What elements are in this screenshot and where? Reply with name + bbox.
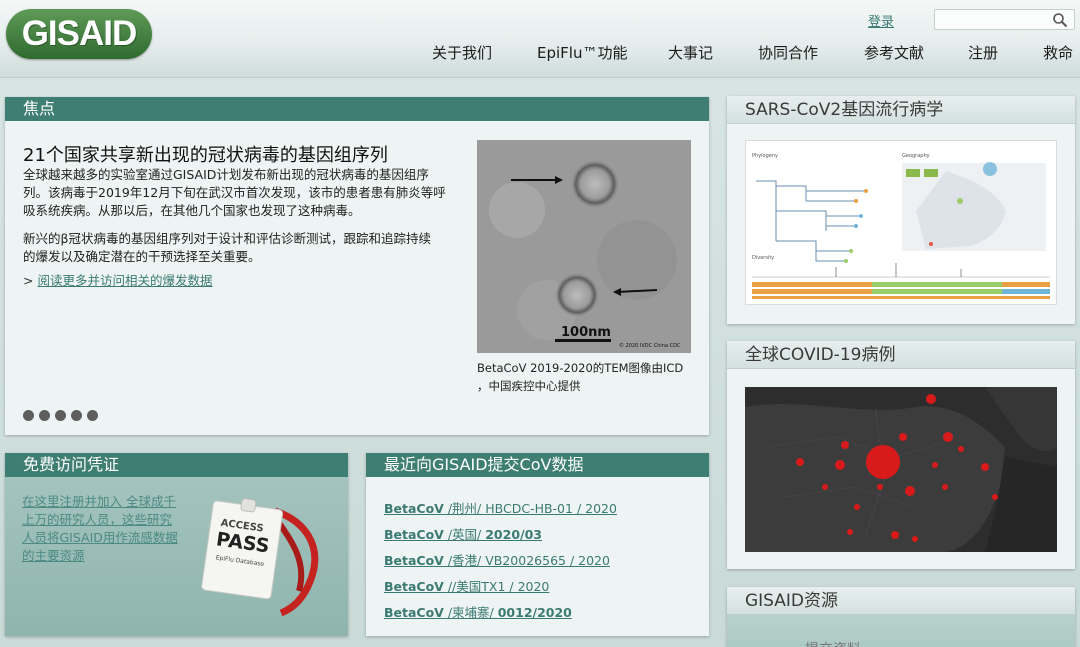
- carousel-dot-5[interactable]: [87, 410, 98, 421]
- carousel-dots: [23, 410, 98, 421]
- nav-register[interactable]: 注册: [968, 42, 998, 63]
- carousel-dot-4[interactable]: [71, 410, 82, 421]
- cases-map[interactable]: [745, 387, 1057, 552]
- genomic-epi-panel: SARS-CoV2基因流行病学 Phylogeny Geography Dive…: [727, 96, 1075, 324]
- nav-events[interactable]: 大事记: [668, 42, 713, 63]
- recent-heading: 最近向GISAID提交CoV数据: [366, 453, 709, 477]
- cases-map-graphic: [745, 387, 1057, 552]
- nav-epiflu[interactable]: EpiFlu™功能: [537, 42, 627, 63]
- nav-help[interactable]: 救命: [1043, 42, 1073, 63]
- nav-references[interactable]: 参考文献: [864, 42, 924, 63]
- recent-submissions-panel: 最近向GISAID提交CoV数据 BetaCoV /荆州/ HBCDC-HB-0…: [366, 453, 709, 636]
- image-caption: BetaCoV 2019-2020的TEM图像由ICD ，中国疾控中心提供: [477, 361, 684, 393]
- nav-about[interactable]: 关于我们: [432, 42, 492, 63]
- focus-heading: 焦点: [5, 97, 709, 121]
- tem-credit: © 2020 IVDC China CDC: [619, 342, 681, 349]
- access-pass-badge: ACCESS PASS EpiFlu Database: [201, 498, 319, 617]
- nav-collaboration[interactable]: 协同合作: [758, 42, 818, 63]
- global-cases-panel: 全球COVID-19病例: [727, 341, 1075, 569]
- site-header: GISAID 登录 关于我们 EpiFlu™功能 大事记 协同合作 参考文献 注…: [0, 0, 1080, 78]
- submission-link-1[interactable]: BetaCoV /荆州/ HBCDC-HB-01 / 2020: [384, 498, 617, 517]
- submission-link-5[interactable]: BetaCoV /柬埔寨/ 0012/2020: [384, 602, 572, 621]
- nextstrain-preview: Phylogeny Geography Diversity: [752, 153, 1050, 299]
- carousel-dot-2[interactable]: [39, 410, 50, 421]
- submission-link-3[interactable]: BetaCoV /香港/ VB20026565 / 2020: [384, 550, 610, 569]
- login-link[interactable]: 登录: [868, 11, 894, 30]
- global-cases-heading: 全球COVID-19病例: [727, 341, 1075, 369]
- resources-heading: GISAID资源: [727, 587, 1075, 615]
- tem-image: 100nm © 2020 IVDC China CDC: [477, 140, 691, 353]
- focus-paragraph-2: 新兴的β冠状病毒的基因组序列对于设计和评估诊断测试，跟踪和追踪持续 的爆发以及确…: [23, 231, 431, 264]
- search-icon[interactable]: [1052, 12, 1068, 28]
- access-register-link[interactable]: 在这里注册并加入 全球成千 上万的研究人员，这些研究 人员将GISAID用作流感…: [22, 493, 192, 565]
- resources-panel: GISAID资源 提交资料: [727, 587, 1075, 647]
- svg-text:Diversity: Diversity: [752, 255, 774, 261]
- focus-panel: 焦点 21个国家共享新出现的冠状病毒的基因组序列 全球越来越多的实验室通过GIS…: [5, 97, 709, 435]
- tem-scale: 100nm: [561, 325, 611, 340]
- carousel-dot-1[interactable]: [23, 410, 34, 421]
- resources-item[interactable]: 提交资料: [805, 639, 861, 647]
- access-panel: 免费访问凭证 在这里注册并加入 全球成千 上万的研究人员，这些研究 人员将GIS…: [5, 453, 348, 636]
- genomic-epi-heading: SARS-CoV2基因流行病学: [727, 96, 1075, 124]
- search-input[interactable]: [934, 9, 1075, 30]
- main-nav: 关于我们 EpiFlu™功能 大事记 协同合作 参考文献 注册 救命: [0, 42, 1080, 66]
- svg-text:Phylogeny: Phylogeny: [752, 153, 778, 159]
- tem-micrograph: 100nm © 2020 IVDC China CDC: [477, 140, 691, 353]
- svg-text:Geography: Geography: [902, 153, 930, 159]
- submission-link-4[interactable]: BetaCoV //美国TX1 / 2020: [384, 576, 549, 595]
- submission-link-2[interactable]: BetaCoV /英国/ 2020/03: [384, 524, 542, 543]
- nextstrain-thumbnail[interactable]: Phylogeny Geography Diversity: [745, 140, 1057, 305]
- read-more-link[interactable]: 阅读更多并访问相关的爆发数据: [37, 273, 212, 288]
- read-more: > 阅读更多并访问相关的爆发数据: [23, 273, 213, 288]
- access-heading: 免费访问凭证: [5, 453, 348, 477]
- focus-title[interactable]: 21个国家共享新出现的冠状病毒的基因组序列: [23, 141, 388, 167]
- carousel-dot-3[interactable]: [55, 410, 66, 421]
- focus-paragraph-1: 全球越来越多的实验室通过GISAID计划发布新出现的冠状病毒的基因组序 列。该病…: [23, 167, 446, 218]
